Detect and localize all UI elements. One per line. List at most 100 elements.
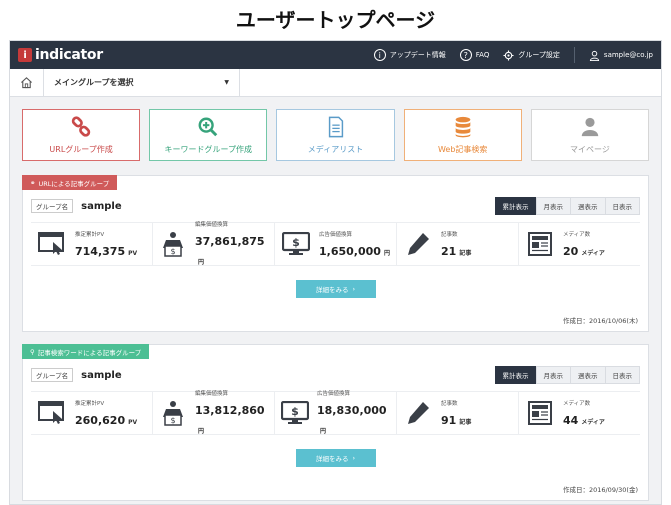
stat-value: 714,375 (75, 244, 126, 258)
tab-daily[interactable]: 日表示 (604, 366, 640, 384)
tab-daily[interactable]: 日表示 (604, 197, 640, 215)
stat-unit: PV (128, 249, 138, 257)
view-details-button[interactable]: 詳細をみる › (295, 280, 376, 298)
chevron-down-icon: ▼ (224, 79, 229, 86)
app-window: i indicator i アップデート情報 ? FAQ グループ設定 samp… (9, 40, 662, 505)
main-group-select-value: メイングループを選択 (54, 78, 134, 87)
browser-click-icon (38, 232, 64, 255)
view-details-label: 詳細をみる (315, 286, 349, 294)
media-list-button[interactable]: メディアリスト (276, 109, 395, 161)
stat-unit: メディア (581, 418, 605, 426)
keyword-group-create-label: キーワードグループ作成 (164, 144, 253, 154)
stat-label: 推定累計PV (75, 231, 105, 238)
app-logo[interactable]: i indicator (18, 47, 103, 63)
faq-link[interactable]: ? FAQ (459, 49, 490, 61)
panel-badge: ⚭ URLによる記事グループ (22, 175, 118, 190)
period-tabs: 累計表示 月表示 週表示 日表示 (494, 197, 640, 215)
faq-label: FAQ (475, 51, 490, 59)
logo-text: indicator (35, 47, 103, 63)
home-button[interactable] (10, 68, 44, 97)
group-name: sample (81, 200, 122, 212)
stat-unit: メディア (581, 249, 605, 257)
stat-label: 記事数 (441, 231, 458, 238)
document-list-icon (328, 116, 343, 137)
stat-unit: 円 (198, 428, 205, 435)
gear-icon (503, 49, 514, 61)
home-icon (21, 77, 32, 89)
stat-value: 37,861,875 (195, 235, 265, 248)
pencil-icon (408, 402, 429, 424)
web-article-search-label: Web記事検索 (437, 144, 488, 154)
created-date: 作成日：2016/10/06(木) (562, 317, 638, 325)
top-navigation-bar: i indicator i アップデート情報 ? FAQ グループ設定 samp… (10, 41, 661, 69)
view-details-button[interactable]: 詳細をみる › (295, 449, 376, 467)
pencil-icon (408, 233, 429, 255)
group-name: sample (81, 369, 122, 381)
group-settings-label: グループ設定 (518, 51, 560, 59)
user-icon (581, 117, 599, 136)
stat-unit: 円 (383, 249, 390, 257)
stat-value: 1,650,000 (319, 244, 381, 258)
stat-ad-value: $ 広告価値換算 18,830,000 円 (275, 391, 397, 435)
tab-cumulative[interactable]: 累計表示 (494, 366, 537, 384)
stat-label: 記事数 (441, 400, 458, 407)
stat-value: 44 (563, 413, 579, 427)
url-group-create-button[interactable]: URLグループ作成 (22, 109, 141, 161)
link-icon: ⚭ (30, 178, 36, 187)
quick-actions: URLグループ作成 キーワードグループ作成 メディアリスト Web記事検索 マイ… (10, 97, 661, 161)
stat-unit: PV (128, 418, 138, 426)
stats-row: 推定累計PV 260,620 PV $ 編集価値換算 13,812,860 円 $ 広告… (31, 391, 640, 435)
created-date: 作成日：2016/09/30(金) (562, 486, 638, 494)
my-page-label: マイページ (569, 144, 610, 154)
period-tabs: 累計表示 月表示 週表示 日表示 (494, 366, 640, 384)
stat-label: 編集価値換算 (195, 222, 229, 228)
stat-unit: 円 (320, 428, 327, 435)
stat-editorial-value: $ 編集価値換算 37,861,875 円 (153, 222, 275, 266)
stat-editorial-value: $ 編集価値換算 13,812,860 円 (153, 391, 275, 435)
chevron-right-icon: › (352, 285, 356, 293)
tab-cumulative[interactable]: 累計表示 (494, 197, 537, 215)
newspaper-icon (528, 232, 552, 256)
monitor-dollar-icon: $ (282, 232, 310, 255)
panel-badge-label: 記事検索ワードによる記事グループ (37, 348, 142, 357)
user-account-menu[interactable]: sample@co.jp (589, 50, 653, 61)
stat-media-count: メディア数 44 メディア (519, 392, 640, 434)
group-name-tag: グループ名 (31, 199, 74, 213)
money-bag-icon: $ (163, 401, 183, 426)
stat-value: 18,830,000 (317, 404, 387, 417)
stat-unit: 円 (198, 259, 205, 266)
group-name-tag: グループ名 (31, 368, 74, 382)
search-icon: ⚲ (30, 347, 35, 356)
my-page-button[interactable]: マイページ (530, 109, 650, 161)
logo-mark-icon: i (18, 48, 32, 62)
stats-row: 推定累計PV 714,375 PV $ 編集価値換算 37,861,875 円 $ 広告… (31, 222, 640, 266)
tab-monthly[interactable]: 月表示 (535, 366, 571, 384)
tab-weekly[interactable]: 週表示 (570, 366, 606, 384)
stat-unit: 記事 (459, 418, 472, 426)
stat-media-count: メディア数 20 メディア (519, 223, 640, 265)
user-icon (589, 50, 600, 61)
main-group-select[interactable]: メイングループを選択 ▼ (44, 68, 240, 97)
stat-label: メディア数 (563, 231, 591, 238)
user-email: sample@co.jp (603, 51, 653, 59)
tab-weekly[interactable]: 週表示 (570, 197, 606, 215)
browser-click-icon (38, 401, 64, 424)
info-icon: i (373, 49, 386, 61)
stat-unit: 記事 (459, 249, 472, 257)
money-bag-icon: $ (163, 232, 183, 257)
panel-badge: ⚲ 記事検索ワードによる記事グループ (22, 344, 150, 359)
question-icon: ? (459, 49, 472, 61)
keyword-group-create-button[interactable]: キーワードグループ作成 (149, 109, 268, 161)
group-settings-link[interactable]: グループ設定 (503, 49, 560, 61)
stat-value: 21 (441, 244, 457, 258)
media-list-label: メディアリスト (307, 144, 364, 154)
tab-monthly[interactable]: 月表示 (535, 197, 571, 215)
stat-ad-value: $ 広告価値換算 1,650,000 円 (275, 223, 397, 265)
stat-value: 260,620 (75, 413, 126, 427)
web-article-search-button[interactable]: Web記事検索 (403, 109, 522, 161)
stat-article-count: 記事数 21 記事 (397, 223, 519, 265)
stat-estimated-pv: 推定累計PV 260,620 PV (31, 392, 153, 434)
url-group-create-label: URLグループ作成 (49, 144, 113, 154)
update-info-link[interactable]: i アップデート情報 (373, 49, 446, 61)
stat-label: 広告価値換算 (319, 231, 353, 238)
